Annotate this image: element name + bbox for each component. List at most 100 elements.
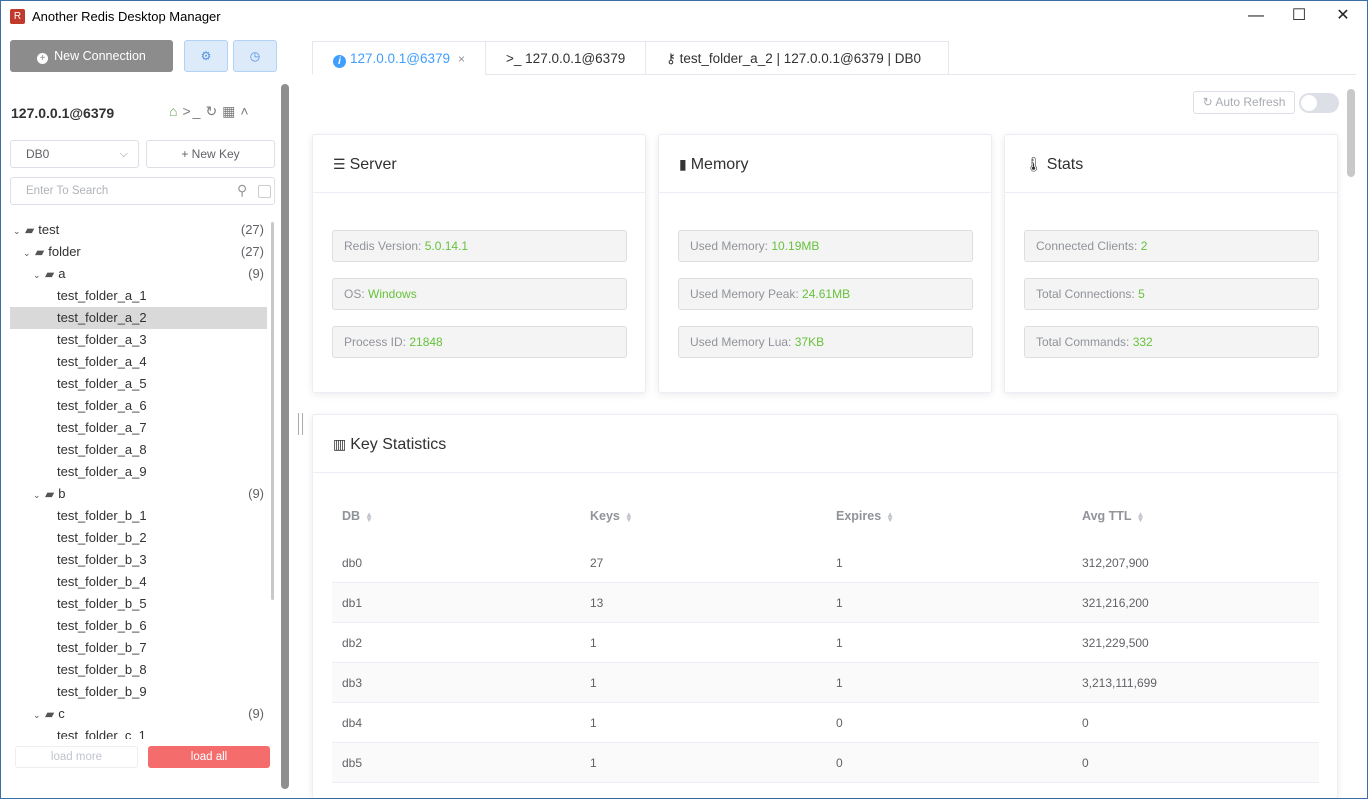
tab-status[interactable]: i 127.0.0.1@6379 ×	[312, 41, 486, 75]
tree-key[interactable]: test_folder_a_6	[10, 395, 267, 417]
tree-key[interactable]: test_folder_a_9	[10, 461, 267, 483]
tree-key[interactable]: test_folder_b_7	[10, 637, 267, 659]
column-header-expires[interactable]: Expires ▲ ▼	[836, 509, 894, 523]
tree-folder[interactable]: ⌄ ▰ c (9)	[10, 703, 267, 725]
table-cell: db0	[342, 556, 363, 570]
field-value: 5	[1138, 287, 1145, 301]
folder-open-icon: ▰	[25, 223, 35, 237]
os-field: OS: Windows	[332, 278, 627, 310]
title-bar: R Another Redis Desktop Manager — ☐ ✕	[1, 1, 1367, 32]
tree-key[interactable]: test_folder_b_1	[10, 505, 267, 527]
chevron-down-icon[interactable]: ⌄	[33, 704, 43, 726]
search-icon[interactable]: ⚲	[237, 182, 247, 199]
tree-key[interactable]: test_folder_a_7	[10, 417, 267, 439]
load-all-button[interactable]: load all	[148, 746, 270, 768]
search-placeholder: Enter To Search	[26, 185, 109, 197]
tree-key[interactable]: test_folder_c_1	[10, 725, 267, 739]
field-label: Used Memory Peak:	[690, 287, 803, 301]
tree-key[interactable]: test_folder_b_6	[10, 615, 267, 637]
tree-node-label: b	[58, 486, 66, 501]
column-header-avg-ttl[interactable]: Avg TTL ▲ ▼	[1082, 509, 1144, 523]
tree-key[interactable]: test_folder_b_5	[10, 593, 267, 615]
server-card: ☰ Server Redis Version: 5.0.14.1 OS: Wind…	[312, 134, 646, 393]
new-key-button[interactable]: + New Key	[146, 140, 275, 168]
tree-key[interactable]: test_folder_a_4	[10, 351, 267, 373]
tree-key[interactable]: test_folder_a_3	[10, 329, 267, 351]
minimize-button[interactable]: —	[1234, 4, 1278, 30]
refresh-icon[interactable]: ↻	[205, 103, 219, 119]
tree-folder[interactable]: ⌄ ▰ a (9)	[10, 263, 267, 285]
tree-key[interactable]: test_folder_b_2	[10, 527, 267, 549]
new-connection-button[interactable]: + New Connection	[10, 40, 173, 72]
info-icon: i	[333, 55, 346, 68]
search-input[interactable]: Enter To Search ⚲	[10, 177, 275, 205]
terminal-icon[interactable]: >_	[182, 103, 202, 119]
tab-label: test_folder_a_2 | 127.0.0.1@6379 | DB0	[679, 51, 922, 66]
table-row: db1 13 1 321,216,200	[332, 583, 1319, 623]
auto-refresh-toggle[interactable]	[1299, 93, 1339, 113]
tab-label: 127.0.0.1@6379	[525, 51, 626, 66]
chevron-down-icon[interactable]: ⌄	[13, 220, 23, 242]
chevron-down-icon[interactable]: ⌄	[33, 264, 43, 286]
tree-node-count: (27)	[240, 244, 264, 259]
tree-node-label: test_folder_b_2	[57, 530, 147, 545]
field-label: Used Memory:	[690, 239, 772, 253]
load-more-button[interactable]: load more	[15, 746, 138, 768]
tree-scrollbar[interactable]	[271, 222, 274, 600]
tree-folder[interactable]: ⌄ ▰ test (27)	[10, 219, 267, 241]
close-tab-icon[interactable]: ×	[458, 52, 465, 66]
exact-search-checkbox[interactable]	[258, 185, 271, 198]
maximize-button[interactable]: ☐	[1277, 4, 1321, 30]
pane-resizer[interactable]	[298, 413, 303, 435]
tree-node-count: (9)	[248, 706, 264, 721]
sort-icon[interactable]: ▲ ▼	[625, 510, 633, 523]
chevron-down-icon[interactable]: ⌄	[33, 484, 43, 506]
table-cell: 3,213,111,699	[1082, 676, 1157, 690]
settings-button[interactable]: ⚙	[184, 40, 228, 72]
plus-icon: +	[181, 147, 192, 161]
tree-folder[interactable]: ⌄ ▰ b (9)	[10, 483, 267, 505]
server-card-header: ☰ Server	[313, 135, 645, 193]
bar-chart-icon: ▥	[333, 436, 347, 452]
sort-icon[interactable]: ▲ ▼	[886, 510, 894, 523]
home-icon[interactable]: ⌂	[169, 103, 179, 119]
tree-key[interactable]: test_folder_a_5	[10, 373, 267, 395]
memory-card: ▮ Memory Used Memory: 10.19MB Used Memory…	[658, 134, 992, 393]
sidebar-scrollbar[interactable]	[281, 84, 289, 789]
db-select[interactable]: DB0 ⌵	[10, 140, 139, 168]
tree-key[interactable]: test_folder_a_1	[10, 285, 267, 307]
auto-refresh-button[interactable]: ↻ Auto Refresh	[1193, 91, 1295, 114]
tree-key[interactable]: test_folder_b_4	[10, 571, 267, 593]
chevron-up-icon[interactable]: ˄	[240, 103, 250, 119]
chevron-down-icon[interactable]: ⌄	[23, 242, 33, 264]
column-header-keys[interactable]: Keys ▲ ▼	[590, 509, 633, 523]
grid-icon[interactable]: ▦	[222, 103, 237, 119]
tree-key[interactable]: test_folder_b_8	[10, 659, 267, 681]
column-header-db[interactable]: DB ▲ ▼	[342, 509, 373, 523]
close-window-button[interactable]: ✕	[1321, 4, 1365, 30]
field-label: Total Connections:	[1036, 287, 1139, 301]
tree-folder[interactable]: ⌄ ▰ folder (27)	[10, 241, 267, 263]
table-row: db5 1 0 0	[332, 743, 1319, 783]
sort-icon[interactable]: ▲ ▼	[1137, 510, 1145, 523]
key-tree: ⌄ ▰ test (27) ⌄ ▰ folder (27) ⌄ ▰ a (9) test_folder_…	[10, 219, 267, 739]
tree-node-label: c	[58, 706, 65, 721]
main-scrollbar[interactable]	[1347, 89, 1355, 177]
connection-name: 127.0.0.1@6379	[11, 105, 115, 121]
tab-cli[interactable]: >_ 127.0.0.1@6379	[485, 41, 646, 75]
tree-key[interactable]: test_folder_a_2	[10, 307, 267, 329]
tree-node-label: test_folder_a_8	[57, 442, 147, 457]
field-label: OS:	[344, 287, 369, 301]
terminal-icon: >_	[506, 51, 522, 66]
history-button[interactable]: ◷	[233, 40, 277, 72]
table-cell: 1	[590, 716, 597, 730]
key-statistics-header: ▥ Key Statistics	[313, 415, 1337, 473]
tree-key[interactable]: test_folder_b_9	[10, 681, 267, 703]
redis-version-field: Redis Version: 5.0.14.1	[332, 230, 627, 262]
used-memory-lua-field: Used Memory Lua: 37KB	[678, 326, 973, 358]
column-label: DB	[342, 509, 361, 523]
tab-key-detail[interactable]: ⚷ test_folder_a_2 | 127.0.0.1@6379 | DB0	[645, 41, 949, 75]
tree-key[interactable]: test_folder_a_8	[10, 439, 267, 461]
tree-key[interactable]: test_folder_b_3	[10, 549, 267, 571]
sort-icon[interactable]: ▲ ▼	[365, 510, 373, 523]
